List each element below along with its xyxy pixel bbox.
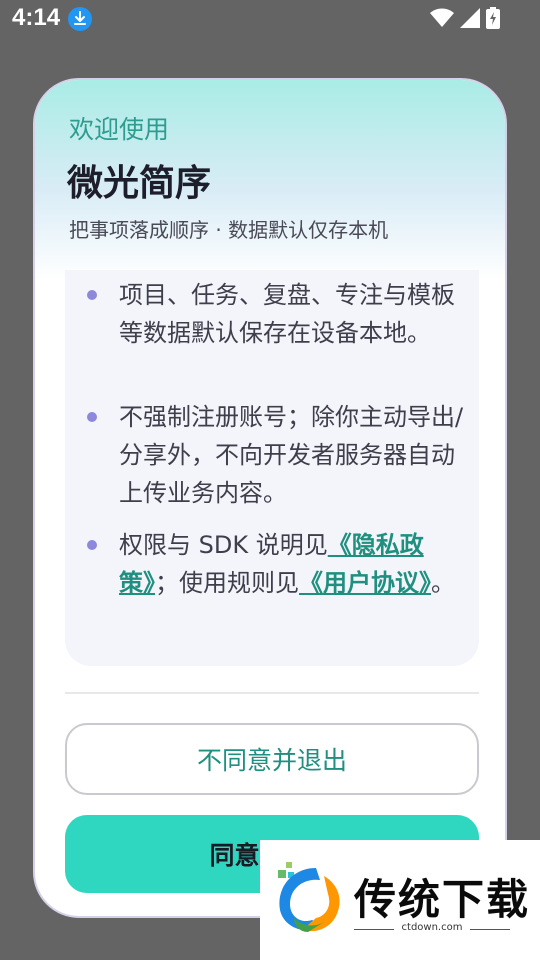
bullet-item-local-storage: 项目、任务、复盘、专注与模板等数据默认保存在设备本地。 [87,276,467,352]
bullet-dot-icon [87,540,97,550]
bullet-item-policies: 权限与 SDK 说明见《隐私政策》；使用规则见《用户协议》。 [87,526,467,602]
policy-prefix-text: 权限与 SDK 说明见 [119,531,328,559]
app-title: 微光简序 [67,163,212,204]
user-agreement-link[interactable]: 《用户协议》 [299,569,431,597]
status-bar: 4:14 [0,0,540,38]
bullet-dot-icon [87,290,97,300]
divider [65,692,479,694]
wifi-icon [430,8,454,28]
policy-middle-text: ；使用规则见 [155,569,299,597]
watermark-logo-icon [272,858,348,942]
privacy-info-box: 项目、任务、复盘、专注与模板等数据默认保存在设备本地。 不强制注册账号；除你主动… [65,270,479,666]
bullet-dot-icon [87,412,97,422]
policy-suffix-text: 。 [431,569,455,597]
bullet-item-no-upload: 不强制注册账号；除你主动导出/分享外，不向开发者服务器自动上传业务内容。 [87,398,467,512]
bullet-text: 不强制注册账号；除你主动导出/分享外，不向开发者服务器自动上传业务内容。 [119,403,464,507]
watermark-domain-text: ctdown.com [354,922,510,933]
welcome-text: 欢迎使用 [69,115,170,144]
privacy-consent-dialog: 欢迎使用 微光简序 把事项落成顺序 · 数据默认仅存本机 项目、任务、复盘、专注… [33,78,507,918]
bullet-text: 项目、任务、复盘、专注与模板等数据默认保存在设备本地。 [119,281,455,347]
watermark-brand-text: 传统下载 [354,875,531,924]
download-icon [68,7,92,31]
decline-and-exit-button[interactable]: 不同意并退出 [65,723,479,795]
battery-charging-icon [486,7,500,29]
status-icons [430,7,500,29]
cell-signal-icon [460,8,480,28]
bullet-text: 权限与 SDK 说明见《隐私政策》；使用规则见《用户协议》。 [87,526,467,602]
app-subtitle: 把事项落成顺序 · 数据默认仅存本机 [69,218,389,242]
status-time: 4:14 [12,4,61,31]
watermark: 传统下载 ctdown.com [260,840,540,960]
